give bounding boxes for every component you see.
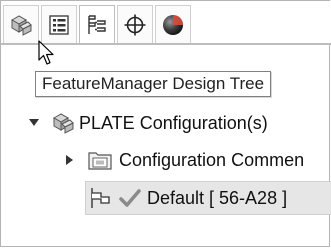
crosshair-icon <box>124 14 146 35</box>
tree-root-label: PLATE Configuration(s) <box>79 112 268 133</box>
configuration-manager-panel: FeatureManager Design Tree PLATE Configu… <box>0 0 331 247</box>
collapsed-arrow-icon[interactable] <box>63 153 77 167</box>
tree-root-row[interactable]: PLATE Configuration(s) <box>27 107 268 139</box>
manager-tab-strip <box>1 1 331 45</box>
appearance-sphere-icon <box>163 14 183 35</box>
tooltip-text: FeatureManager Design Tree <box>42 74 265 93</box>
tree-config-label: Default [ 56-A28 ] <box>147 187 288 208</box>
mouse-cursor-icon <box>38 40 54 65</box>
folder-icon <box>88 152 112 170</box>
tab-display-manager[interactable] <box>155 5 191 43</box>
configuration-manager-icon <box>88 14 106 34</box>
tab-configuration-manager[interactable] <box>79 5 115 43</box>
property-manager-icon <box>49 14 69 35</box>
expanded-arrow-icon[interactable] <box>27 116 41 130</box>
tooltip: FeatureManager Design Tree <box>35 71 272 97</box>
tab-dimxpert-manager[interactable] <box>117 5 153 43</box>
tree-config-row[interactable]: Default [ 56-A28 ] <box>89 182 287 214</box>
configuration-flag-icon <box>91 188 110 208</box>
checkmark-icon <box>119 189 141 207</box>
tree-folder-label: Configuration Commen <box>119 149 305 170</box>
tree-folder-row[interactable]: Configuration Commen <box>63 144 304 176</box>
tab-property-manager[interactable] <box>41 5 77 43</box>
tab-feature-manager[interactable] <box>3 5 39 43</box>
feature-tree-icon <box>10 14 32 36</box>
parts-icon <box>52 113 74 134</box>
